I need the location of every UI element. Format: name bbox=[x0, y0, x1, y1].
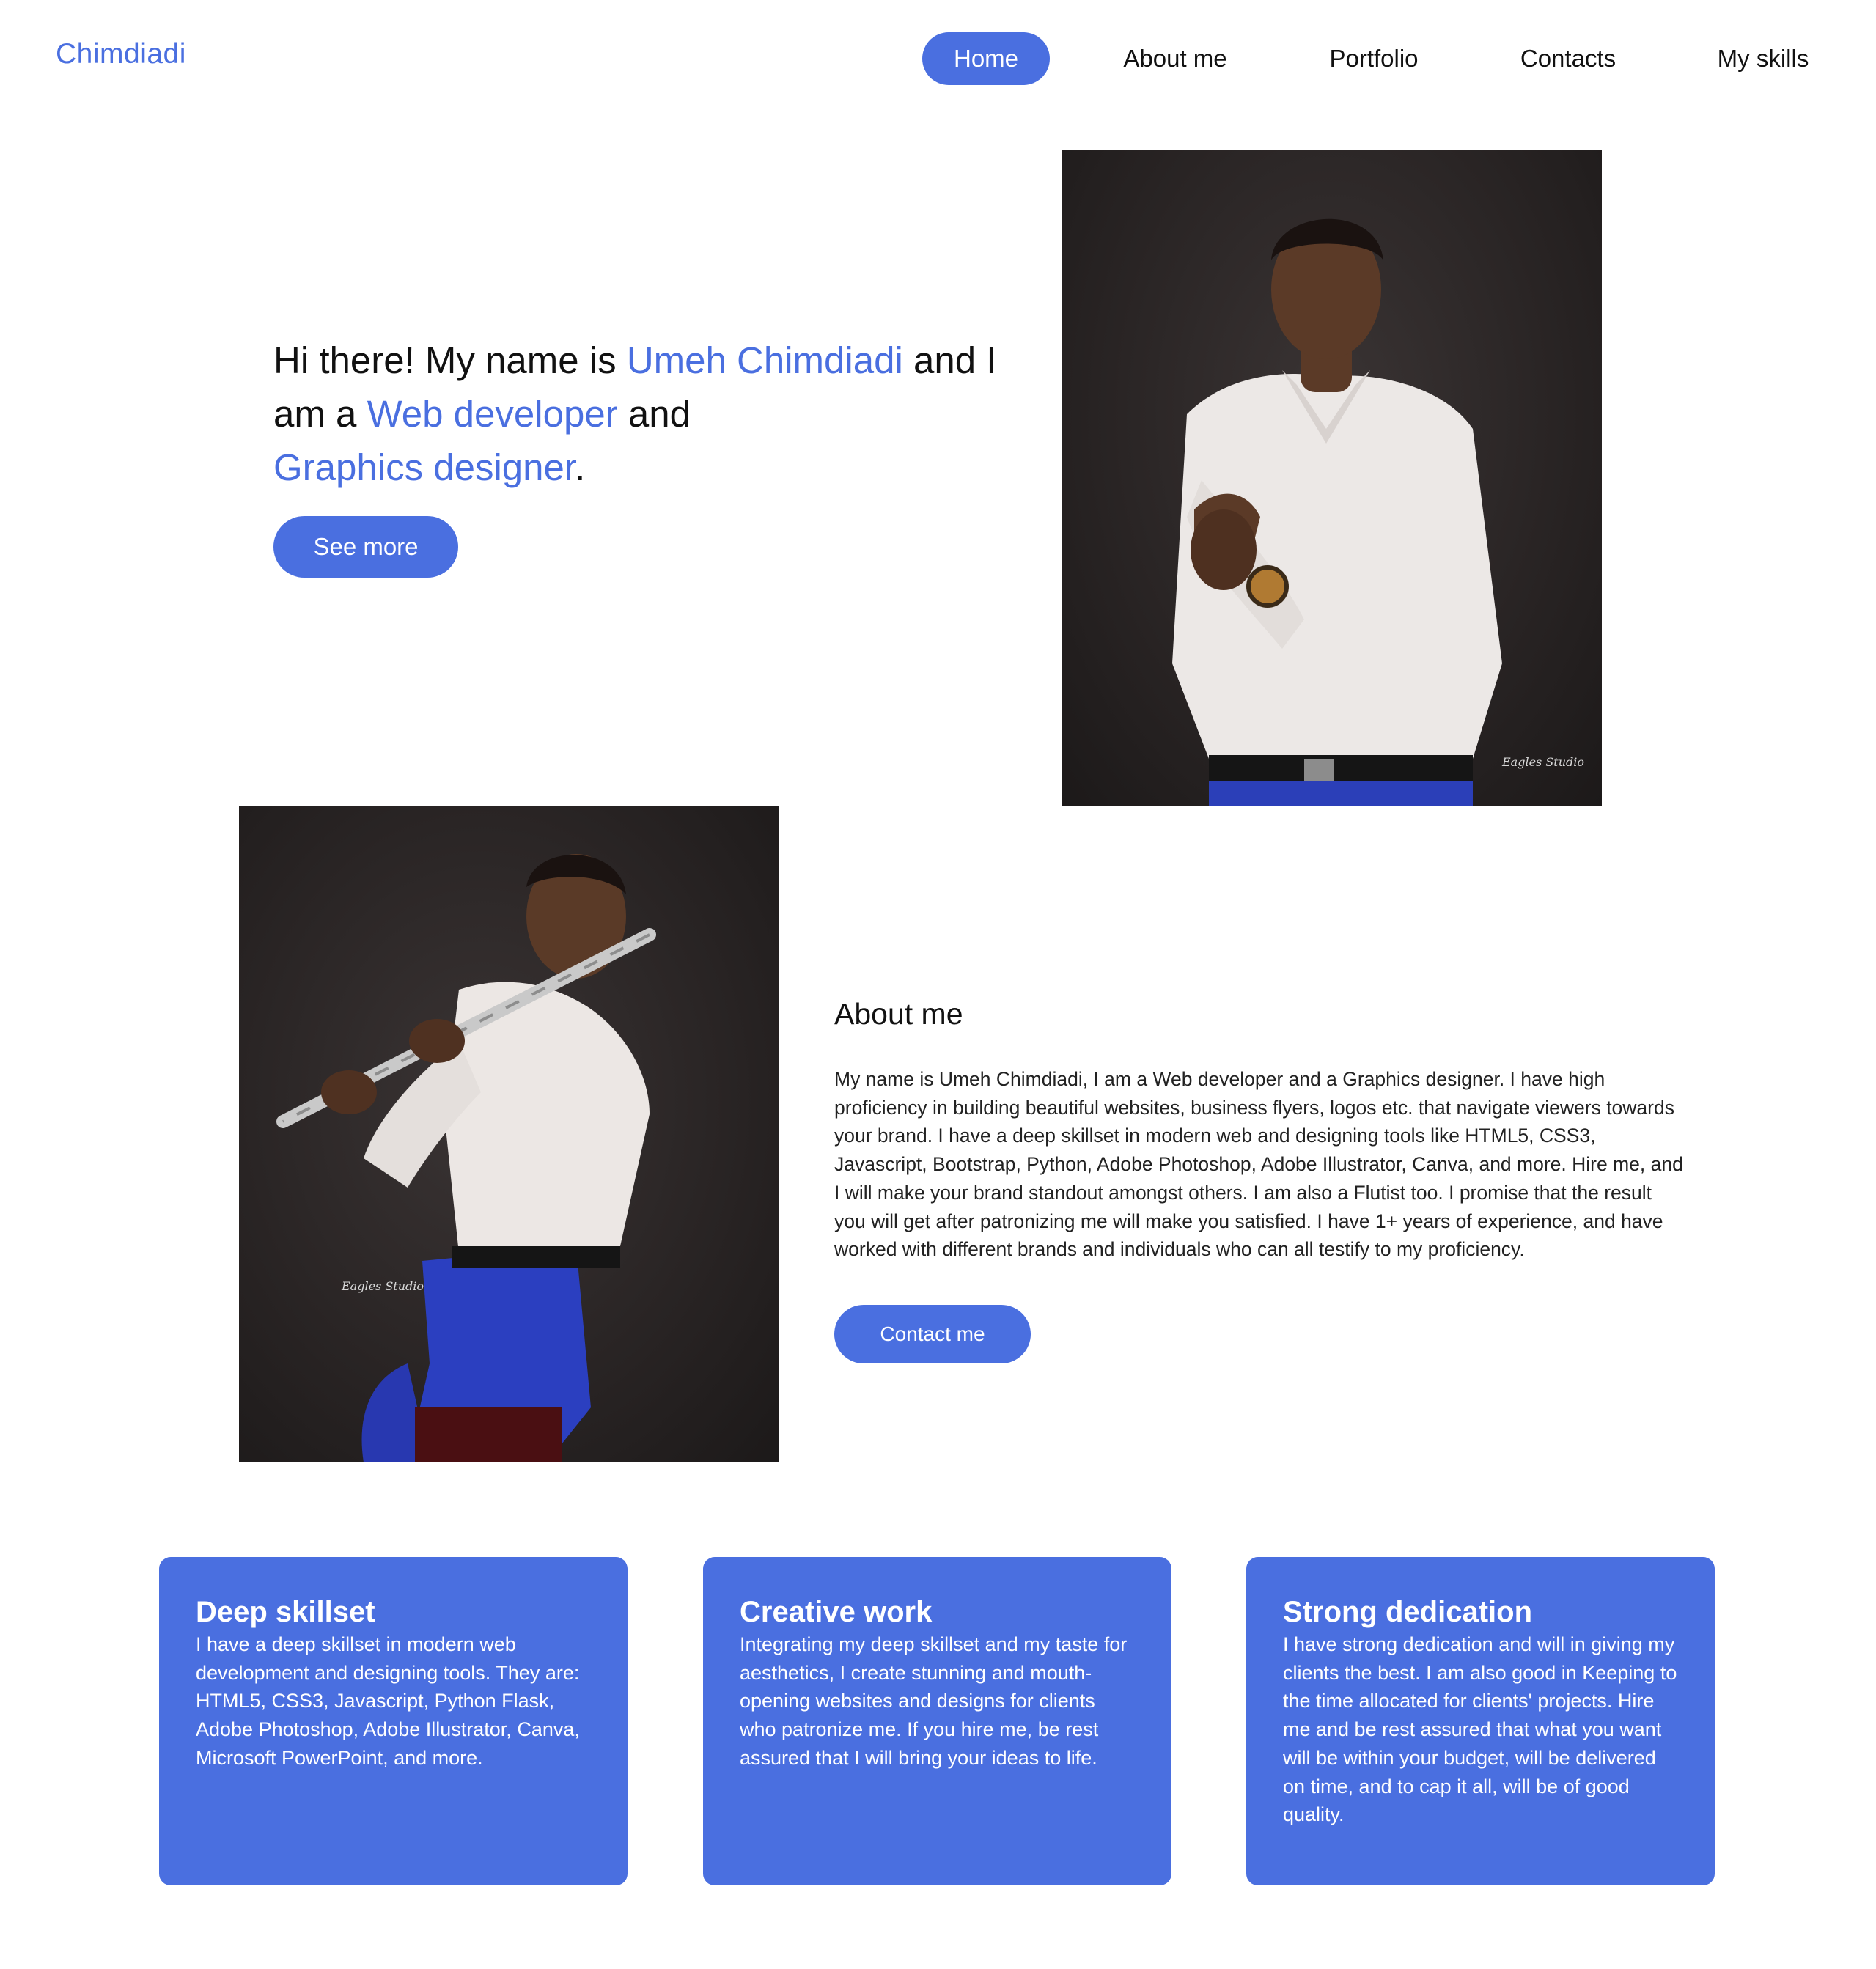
main-nav: Home About me Portfolio Contacts My skil… bbox=[0, 32, 1876, 85]
nav-home[interactable]: Home bbox=[922, 32, 1050, 85]
flute-illustration: Eagles Studio bbox=[276, 854, 656, 1462]
photo-watermark: Eagles Studio bbox=[341, 1279, 424, 1293]
hero-role-graphics-designer: Graphics designer bbox=[273, 446, 575, 488]
nav-about-me[interactable]: About me bbox=[1100, 32, 1251, 85]
portrait-illustration: Eagles Studio bbox=[1172, 218, 1584, 806]
about-body-text: My name is Umeh Chimdiadi, I am a Web de… bbox=[834, 1068, 1683, 1261]
feature-card-deep-skillset: Deep skillset I have a deep skillset in … bbox=[159, 1557, 628, 1885]
hero-headline: Hi there! My name is Umeh Chimdiadi and … bbox=[273, 334, 1051, 494]
hero-portrait-photo: Eagles Studio bbox=[1062, 150, 1602, 806]
hero-period: . bbox=[575, 446, 586, 488]
card-title: Strong dedication bbox=[1283, 1596, 1532, 1628]
card-body: I have strong dedication and will in giv… bbox=[1283, 1633, 1677, 1826]
feature-card-strong-dedication: Strong dedication I have strong dedicati… bbox=[1246, 1557, 1715, 1885]
about-flute-photo: Eagles Studio bbox=[239, 806, 779, 1462]
card-title: Deep skillset bbox=[196, 1596, 375, 1628]
card-title: Creative work bbox=[740, 1596, 933, 1628]
feature-card-creative-work: Creative work Integrating my deep skills… bbox=[703, 1557, 1171, 1885]
hero-role-web-developer: Web developer bbox=[367, 393, 618, 435]
contact-me-button[interactable]: Contact me bbox=[834, 1305, 1031, 1363]
nav-portfolio[interactable]: Portfolio bbox=[1312, 32, 1435, 85]
hero-name: Umeh Chimdiadi bbox=[626, 339, 903, 381]
see-more-button[interactable]: See more bbox=[273, 516, 458, 578]
card-body: I have a deep skillset in modern web dev… bbox=[196, 1633, 580, 1769]
nav-my-skills[interactable]: My skills bbox=[1701, 32, 1825, 85]
nav-contacts[interactable]: Contacts bbox=[1503, 32, 1633, 85]
hero-intro: Hi there! My name is bbox=[273, 339, 627, 381]
card-body: Integrating my deep skillset and my tast… bbox=[740, 1633, 1128, 1769]
hero-intro-3: and bbox=[617, 393, 691, 435]
about-heading: About me bbox=[834, 997, 963, 1031]
photo-watermark: Eagles Studio bbox=[1501, 755, 1584, 769]
